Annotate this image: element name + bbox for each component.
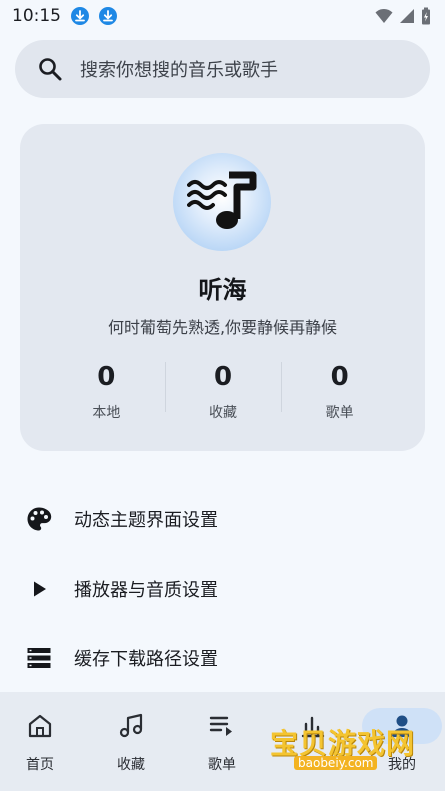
nav-label: 收藏 (117, 757, 145, 773)
home-icon (28, 714, 52, 738)
watermark: 宝贝游戏网 baobeiy.com (268, 700, 418, 786)
music-note-waves-icon (187, 171, 257, 229)
watermark-url: baobeiy.com (294, 756, 378, 770)
settings-item-label: 播放器与音质设置 (74, 580, 218, 601)
play-icon (26, 576, 52, 602)
download-icon (71, 7, 89, 25)
palette-icon (26, 506, 52, 532)
settings-item-theme[interactable]: 动态主题界面设置 (0, 489, 445, 549)
nav-item-favorites[interactable]: 收藏 (91, 704, 171, 774)
avatar[interactable] (173, 153, 271, 251)
status-bar: 10:15 (0, 0, 445, 32)
nav-label: 歌单 (208, 757, 236, 773)
stats-row: 0 本地 0 收藏 0 歌单 (48, 362, 398, 421)
stat-value: 0 (330, 362, 349, 392)
stat-favorites[interactable]: 0 收藏 (164, 362, 282, 421)
storage-icon (26, 645, 52, 671)
settings-item-label: 动态主题界面设置 (74, 510, 218, 531)
settings-item-cache[interactable]: 缓存下载路径设置 (0, 628, 445, 688)
status-time: 10:15 (12, 6, 61, 26)
settings-item-player[interactable]: 播放器与音质设置 (0, 559, 445, 619)
download-icon (99, 7, 117, 25)
profile-motto: 何时葡萄先熟透,你要静候再静候 (107, 318, 338, 337)
nav-label: 首页 (26, 757, 54, 773)
playlist-icon (209, 716, 232, 736)
stat-label: 收藏 (209, 405, 237, 421)
search-icon (39, 58, 62, 81)
stat-value: 0 (97, 362, 116, 392)
stat-label: 本地 (92, 405, 121, 421)
signal-icon (400, 9, 414, 23)
nav-item-home[interactable]: 首页 (0, 704, 80, 774)
profile-name: 听海 (198, 276, 247, 304)
wifi-icon (375, 9, 393, 23)
stat-label: 歌单 (325, 405, 354, 421)
search-bar[interactable]: 搜索你想搜的音乐或歌手 (15, 40, 430, 98)
settings-item-label: 缓存下载路径设置 (74, 649, 218, 670)
nav-item-playlists[interactable]: 歌单 (182, 704, 262, 774)
stat-value: 0 (213, 362, 233, 392)
profile-card: 听海 何时葡萄先熟透,你要静候再静候 0 本地 0 收藏 0 歌单 (20, 124, 425, 451)
music-note-icon (119, 713, 143, 738)
stat-local[interactable]: 0 本地 (48, 362, 165, 421)
battery-icon (422, 7, 430, 25)
search-placeholder: 搜索你想搜的音乐或歌手 (80, 60, 278, 81)
stat-playlists[interactable]: 0 歌单 (281, 362, 398, 421)
